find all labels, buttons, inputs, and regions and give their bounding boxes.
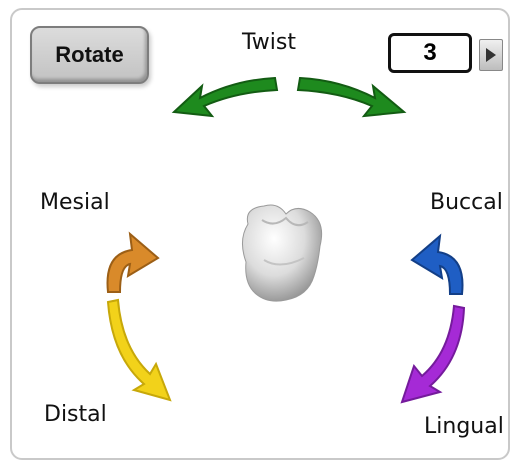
tooth-model[interactable] <box>234 200 330 306</box>
twist-right-arrow[interactable] <box>290 68 420 128</box>
lingual-label: Lingual <box>424 414 504 439</box>
twist-label: Twist <box>242 30 296 55</box>
distal-label: Distal <box>44 402 107 427</box>
increment-button[interactable] <box>479 39 503 71</box>
rotate-button[interactable]: Rotate <box>30 26 149 84</box>
lingual-arrow[interactable] <box>396 304 470 404</box>
mesial-label: Mesial <box>40 190 110 215</box>
distal-arrow[interactable] <box>104 298 178 404</box>
buccal-arrow[interactable] <box>406 228 470 298</box>
rotation-step-field[interactable]: 3 <box>388 33 472 73</box>
chevron-right-icon <box>486 48 496 62</box>
twist-left-arrow[interactable] <box>160 68 290 128</box>
buccal-label: Buccal <box>430 190 503 215</box>
mesial-arrow[interactable] <box>100 226 164 296</box>
